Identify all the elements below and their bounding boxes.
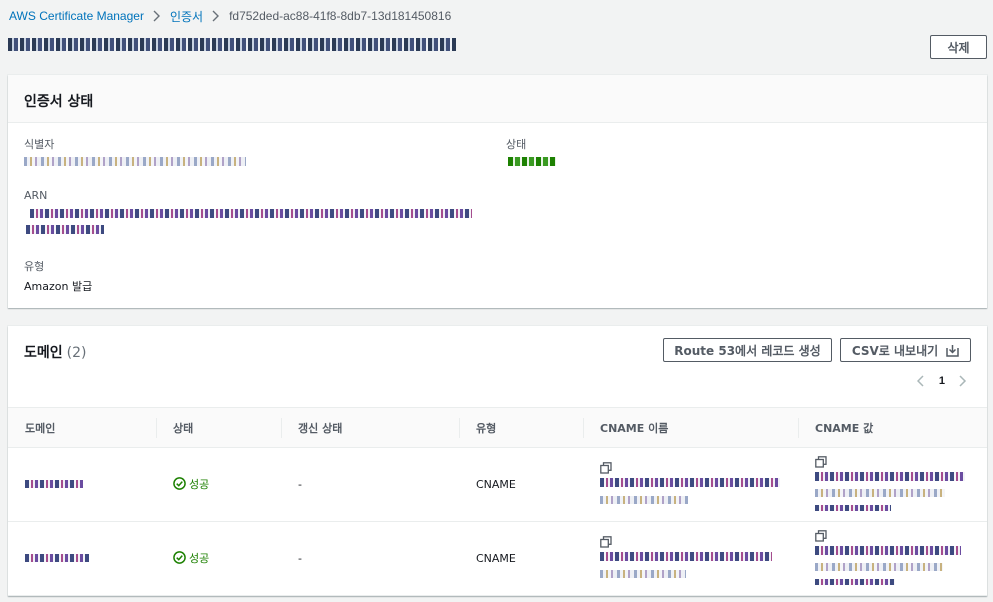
redacted-cname-name (600, 478, 780, 487)
copy-icon[interactable] (600, 462, 612, 474)
page-number[interactable]: 1 (939, 375, 945, 387)
redacted-cname-name-cont (600, 496, 688, 504)
column-header-type[interactable]: 유형 (459, 407, 583, 448)
copy-icon[interactable] (815, 455, 827, 468)
domains-panel-title: 도메인 (24, 345, 63, 361)
chevron-right-icon (153, 10, 161, 22)
breadcrumb-current: fd752ded-ac88-41f8-8db7-13d181450816 (229, 9, 452, 23)
next-page-icon[interactable] (959, 375, 967, 387)
redacted-cname-value-cont2 (815, 578, 895, 585)
success-check-icon (173, 551, 186, 565)
type-value: Amazon 발급 (24, 280, 93, 293)
status-panel-title: 인증서 상태 (24, 94, 94, 110)
renewal-status: - (281, 521, 459, 596)
identifier-label: 식별자 (24, 138, 55, 151)
chevron-right-icon (212, 10, 220, 22)
redacted-cname-name (600, 552, 772, 561)
column-header-cname-value[interactable]: CNAME 값 (798, 407, 987, 448)
export-csv-button[interactable]: CSV로 내보내기 (840, 338, 971, 362)
certificate-status-panel: 인증서 상태 식별자 상태 ARN 유형 Amazon 발급 (8, 75, 987, 308)
column-header-cname-name[interactable]: CNAME 이름 (583, 407, 798, 448)
create-route53-records-button[interactable]: Route 53에서 레코드 생성 (663, 338, 832, 362)
breadcrumb-acm-link[interactable]: AWS Certificate Manager (9, 9, 144, 23)
domains-panel: 도메인 (2) Route 53에서 레코드 생성 CSV로 내보내기 1 도메… (8, 326, 987, 596)
export-csv-label: CSV로 내보내기 (851, 343, 939, 358)
redacted-title (8, 37, 456, 51)
redacted-identifier (24, 157, 246, 166)
copy-icon[interactable] (600, 536, 612, 548)
redacted-cname-value-cont (815, 562, 943, 571)
download-icon (946, 344, 959, 357)
redacted-cname-value (815, 471, 965, 481)
redacted-arn-line2 (26, 225, 104, 234)
success-check-icon (173, 477, 186, 491)
record-type: CNAME (459, 447, 583, 522)
redacted-cname-value-cont2 (815, 504, 891, 511)
column-header-renewal-status[interactable]: 갱신 상태 (281, 407, 459, 448)
status-badge: 성공 (173, 550, 209, 566)
redacted-domain (25, 554, 89, 562)
delete-button[interactable]: 삭제 (930, 35, 987, 59)
table-row: 성공 - CNAME (8, 521, 987, 596)
pagination: 1 (916, 375, 967, 387)
copy-icon[interactable] (815, 529, 827, 542)
previous-page-icon[interactable] (916, 375, 925, 387)
column-header-status[interactable]: 상태 (156, 407, 281, 448)
record-type: CNAME (459, 521, 583, 596)
breadcrumb: AWS Certificate Manager 인증서 fd752ded-ac8… (9, 7, 451, 25)
redacted-status (508, 157, 556, 166)
page-title (8, 34, 456, 54)
arn-label: ARN (24, 189, 48, 202)
column-header-domain[interactable]: 도메인 (8, 407, 156, 448)
type-label: 유형 (24, 260, 45, 273)
renewal-status: - (281, 447, 459, 522)
status-badge: 성공 (173, 476, 209, 492)
redacted-domain (25, 480, 83, 488)
redacted-cname-name-cont (600, 570, 686, 578)
domains-table: 도메인 상태 갱신 상태 유형 CNAME 이름 CNAME 값 성공 - CN… (8, 407, 987, 596)
redacted-cname-value (815, 545, 961, 555)
breadcrumb-certificates-link[interactable]: 인증서 (170, 8, 203, 25)
status-label: 상태 (506, 138, 527, 151)
redacted-arn-line1 (30, 209, 472, 218)
redacted-cname-value-cont (815, 488, 945, 497)
table-row: 성공 - CNAME (8, 447, 987, 522)
domains-count: (2) (66, 345, 87, 361)
